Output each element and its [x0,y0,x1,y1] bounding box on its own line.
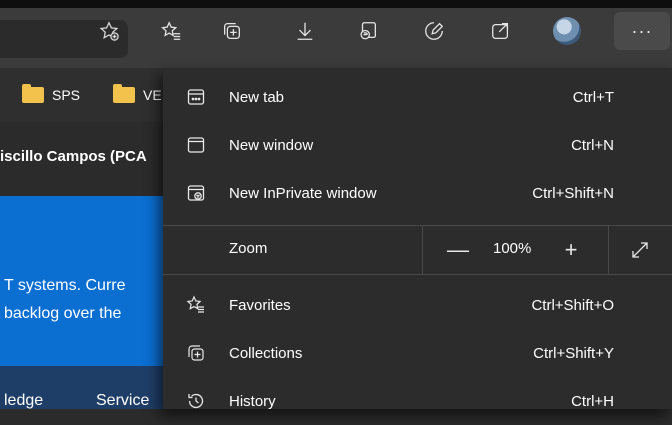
menu-item-shortcut: Ctrl+N [571,136,614,154]
favorites-icon[interactable] [158,18,184,44]
new-tab-icon [185,86,207,108]
nav-link[interactable]: Service [96,392,149,410]
more-options-button[interactable]: ··· [614,12,670,50]
menu-item-label: Favorites [229,296,291,314]
hero-text-line: backlog over the [4,305,122,322]
page-title: iscillo Campos (PCA [0,148,147,165]
new-window-icon [185,134,207,156]
menu-item-label: New tab [229,88,285,106]
menu-item-shortcut: Ctrl+H [571,392,614,410]
menu-item-label: History [229,392,276,410]
menu-item-new-window[interactable]: New window Ctrl+N [163,121,672,169]
folder-icon [22,84,44,103]
menu-item-collections[interactable]: Collections Ctrl+Shift+Y [163,329,672,377]
internet-explorer-mode-icon[interactable] [355,18,381,44]
zoom-level: 100% [493,240,532,257]
menu-item-label: New window [229,136,314,154]
inprivate-icon [185,182,207,204]
favorite-folder-ve[interactable]: VE [113,84,162,106]
menu-item-label: Collections [229,344,303,362]
zoom-in-button[interactable]: + [553,232,589,268]
menu-item-favorites[interactable]: Favorites Ctrl+Shift+O [163,281,672,329]
folder-icon [113,84,135,103]
menu-item-shortcut: Ctrl+Shift+N [532,184,614,202]
menu-item-label: New InPrivate window [229,184,377,202]
fullscreen-icon [632,242,648,258]
favorite-folder-sps[interactable]: SPS [22,84,80,106]
zoom-divider [422,226,423,274]
menu-item-shortcut: Ctrl+T [572,88,614,106]
hero-text-line: T systems. Curre [4,277,126,294]
zoom-label: Zoom [229,240,268,257]
menu-separator [163,274,672,275]
zoom-row: Zoom — 100% + [163,226,672,274]
menu-item-new-tab[interactable]: New tab Ctrl+T [163,73,672,121]
downloads-icon[interactable] [292,18,318,44]
share-icon[interactable] [488,18,514,44]
nav-link[interactable]: ledge [4,392,43,410]
collections-icon [185,342,207,364]
zoom-out-button[interactable]: — [440,232,476,268]
more-options-icon: ··· [631,20,653,41]
browser-essentials-icon[interactable] [421,18,447,44]
add-favorite-icon[interactable] [96,18,122,44]
profile-avatar[interactable] [553,17,581,45]
window-top-strip [0,0,672,8]
fullscreen-button[interactable] [622,232,658,268]
favorite-label: SPS [52,87,81,103]
menu-item-shortcut: Ctrl+Shift+O [531,296,614,314]
menu-item-history[interactable]: History Ctrl+H [163,377,672,425]
favorite-label: VE [143,87,162,103]
menu-item-shortcut: Ctrl+Shift+Y [533,344,614,362]
zoom-divider [608,226,609,274]
settings-menu: New tab Ctrl+T New window Ctrl+N New InP… [163,68,672,410]
menu-item-new-inprivate-window[interactable]: New InPrivate window Ctrl+Shift+N [163,169,672,217]
favorites-icon [185,294,207,316]
collections-icon[interactable] [219,18,245,44]
